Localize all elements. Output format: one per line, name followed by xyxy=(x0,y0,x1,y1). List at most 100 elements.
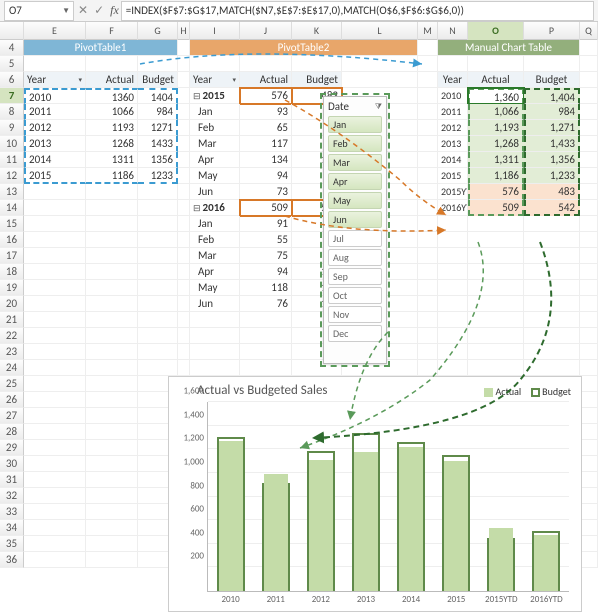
chart-actual-bar[interactable] xyxy=(534,535,558,591)
cell[interactable] xyxy=(138,56,178,72)
col-header[interactable]: H xyxy=(178,22,190,40)
cell[interactable] xyxy=(24,440,86,456)
cell[interactable] xyxy=(438,248,468,264)
cell[interactable]: 55 xyxy=(240,232,292,248)
row-header[interactable]: 12 xyxy=(0,168,24,184)
cell[interactable] xyxy=(342,72,418,88)
cell[interactable] xyxy=(438,216,468,232)
cell[interactable] xyxy=(418,328,438,344)
cell[interactable] xyxy=(418,264,438,280)
cell[interactable]: 1,233 xyxy=(524,168,580,184)
row-header[interactable]: 21 xyxy=(0,312,24,328)
row-header[interactable]: 13 xyxy=(0,184,24,200)
cell[interactable] xyxy=(438,312,468,328)
slicer-item[interactable]: Aug xyxy=(328,249,382,266)
name-box[interactable]: O7 ▼ xyxy=(4,1,74,21)
cell[interactable]: 1193 xyxy=(86,120,138,136)
cell[interactable]: 1,066 xyxy=(468,104,524,120)
cell[interactable] xyxy=(24,184,86,200)
cell[interactable] xyxy=(524,264,580,280)
cell[interactable] xyxy=(580,120,598,136)
cell[interactable] xyxy=(580,296,598,312)
cell[interactable] xyxy=(86,280,138,296)
cell[interactable] xyxy=(86,200,138,216)
cell[interactable] xyxy=(178,216,190,232)
accept-icon[interactable]: ✓ xyxy=(94,3,104,18)
cell[interactable] xyxy=(438,328,468,344)
cell[interactable]: 1233 xyxy=(138,168,178,184)
cell[interactable] xyxy=(468,296,524,312)
cell[interactable]: 1,311 xyxy=(468,152,524,168)
cell[interactable] xyxy=(24,536,86,552)
cell[interactable] xyxy=(86,360,138,376)
cell[interactable] xyxy=(24,472,86,488)
row-header[interactable]: 30 xyxy=(0,456,24,472)
cell[interactable] xyxy=(438,280,468,296)
row-header[interactable]: 33 xyxy=(0,504,24,520)
cell[interactable] xyxy=(580,536,598,552)
cell[interactable] xyxy=(580,472,598,488)
cell[interactable]: 1433 xyxy=(138,136,178,152)
cell[interactable] xyxy=(468,216,524,232)
cell[interactable] xyxy=(86,552,138,568)
cell[interactable] xyxy=(418,136,438,152)
cell[interactable] xyxy=(24,296,86,312)
row-header[interactable]: 18 xyxy=(0,264,24,280)
cell[interactable] xyxy=(138,248,178,264)
cell[interactable] xyxy=(86,408,138,424)
cell[interactable]: 2011 xyxy=(24,104,86,120)
cell[interactable] xyxy=(178,328,190,344)
cell[interactable]: Mar xyxy=(190,248,240,264)
cell[interactable]: 576 xyxy=(240,88,292,104)
cell[interactable] xyxy=(580,152,598,168)
cell[interactable] xyxy=(580,232,598,248)
cell[interactable] xyxy=(138,232,178,248)
cell[interactable]: 2015 xyxy=(438,168,468,184)
cell[interactable]: 1,193 xyxy=(468,120,524,136)
cell[interactable]: 94 xyxy=(240,168,292,184)
cell[interactable] xyxy=(86,56,138,72)
cell[interactable]: 1356 xyxy=(138,152,178,168)
cell[interactable]: 542 xyxy=(524,200,580,216)
cell[interactable] xyxy=(178,312,190,328)
col-header[interactable]: N xyxy=(438,22,468,40)
cell[interactable]: 2015 xyxy=(24,168,86,184)
cell[interactable] xyxy=(418,40,438,56)
cell[interactable] xyxy=(190,344,240,360)
cell[interactable]: 2012 xyxy=(24,120,86,136)
cell[interactable] xyxy=(580,488,598,504)
cell[interactable] xyxy=(190,312,240,328)
cell[interactable] xyxy=(24,280,86,296)
cell[interactable] xyxy=(190,328,240,344)
cell[interactable] xyxy=(24,552,86,568)
chart-actual-bar[interactable] xyxy=(399,447,423,591)
cell[interactable]: Feb xyxy=(190,120,240,136)
cell[interactable] xyxy=(178,136,190,152)
pt1-budget-header[interactable]: Budget xyxy=(138,72,178,88)
cell[interactable]: 2013 xyxy=(438,136,468,152)
slicer-item[interactable]: Mar xyxy=(328,154,382,171)
col-header[interactable] xyxy=(0,22,24,40)
cell[interactable] xyxy=(418,232,438,248)
cell[interactable] xyxy=(468,280,524,296)
cell[interactable] xyxy=(580,504,598,520)
cell[interactable]: Jan xyxy=(190,104,240,120)
cell[interactable] xyxy=(178,248,190,264)
cell[interactable] xyxy=(418,248,438,264)
chart-actual-bar[interactable] xyxy=(264,474,288,591)
cell[interactable] xyxy=(24,456,86,472)
cell[interactable] xyxy=(24,408,86,424)
cell[interactable] xyxy=(468,328,524,344)
row-header[interactable]: 11 xyxy=(0,152,24,168)
cell[interactable]: 509 xyxy=(468,200,524,216)
row-header[interactable]: 29 xyxy=(0,440,24,456)
cell[interactable] xyxy=(580,104,598,120)
cell[interactable] xyxy=(24,376,86,392)
cell[interactable]: 483 xyxy=(524,184,580,200)
cell[interactable]: Apr xyxy=(190,152,240,168)
cell[interactable] xyxy=(86,184,138,200)
cell[interactable] xyxy=(418,312,438,328)
cell[interactable] xyxy=(580,520,598,536)
cell[interactable] xyxy=(580,360,598,376)
cell[interactable]: 2013 xyxy=(24,136,86,152)
